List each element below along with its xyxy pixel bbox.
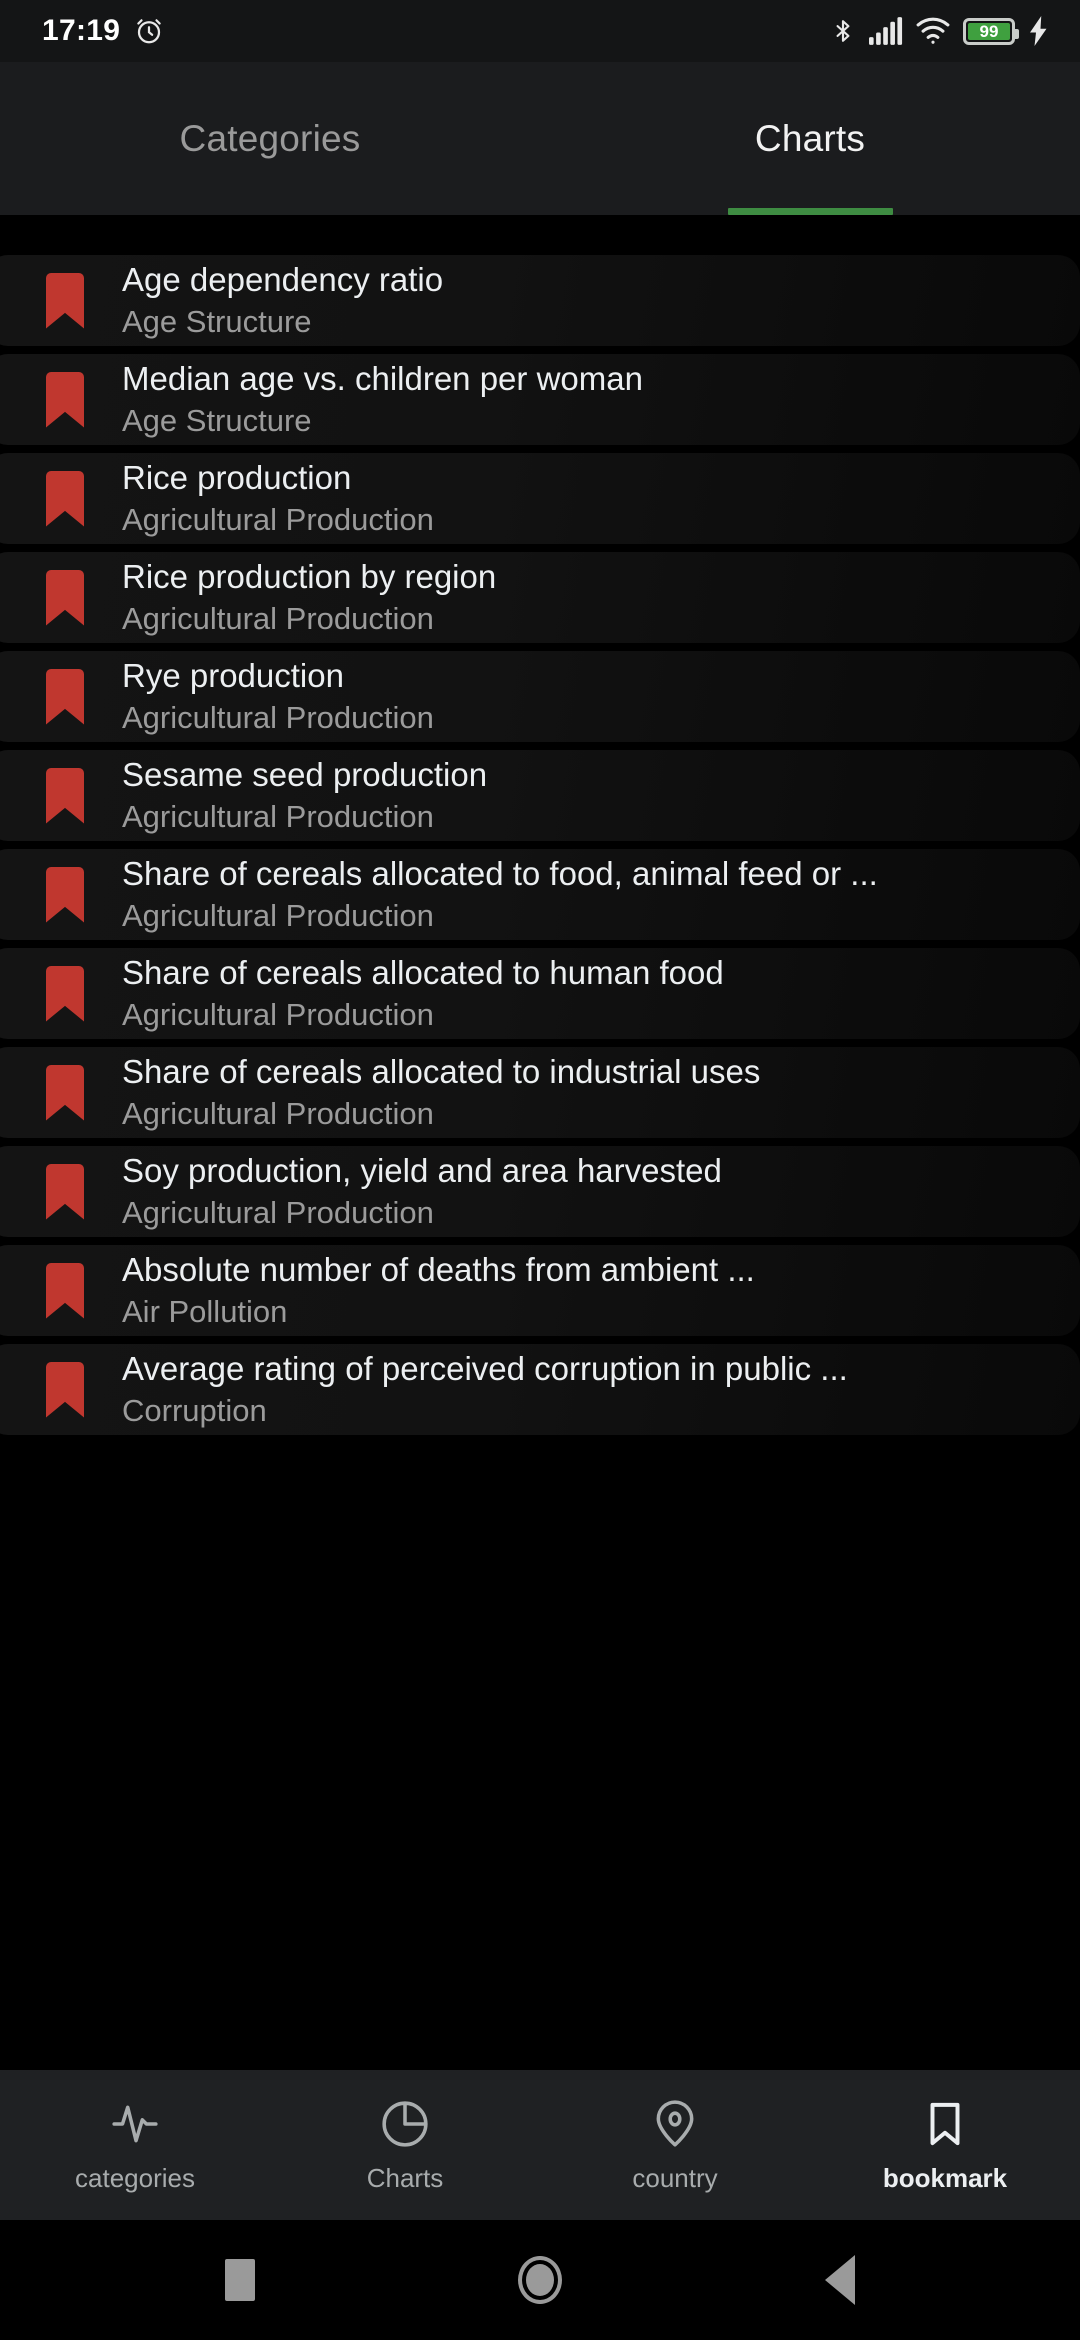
alarm-icon [134,16,164,46]
phone-screen: 17:19 99 Categories Charts Age dependenc… [0,0,1080,2340]
bookmark-icon[interactable] [46,1163,84,1220]
list-item-title: Share of cereals allocated to industrial… [122,1053,761,1091]
battery-level-label: 99 [979,21,999,41]
list-item[interactable]: Soy production, yield and area harvested… [0,1146,1080,1237]
list-item-text: Share of cereals allocated to food, anim… [122,854,1080,934]
list-item-category: Age Structure [122,402,312,438]
list-item-title: Rye production [122,657,344,695]
battery-icon: 99 [963,17,1019,45]
list-item[interactable]: Share of cereals allocated to food, anim… [0,849,1080,940]
bottom-nav-item-categories[interactable]: categories [0,2097,270,2194]
tab-active-indicator [727,208,893,215]
bookmark-icon [918,2097,972,2151]
list-item-category: Agricultural Production [122,1194,434,1230]
bottom-nav-label-charts: Charts [366,2162,444,2193]
list-item-text: Age dependency ratio Age Structure [122,260,1080,340]
list-item-title: Sesame seed production [122,756,488,794]
list-item-text: Average rating of perceived corruption i… [122,1349,1080,1429]
bottom-nav-item-bookmark[interactable]: bookmark [810,2097,1080,2194]
recents-button[interactable] [90,2259,390,2301]
cellular-signal-icon [869,17,903,45]
list-item-category: Agricultural Production [122,1095,434,1131]
bookmark-icon[interactable] [46,1262,84,1319]
list-item-title: Soy production, yield and area harvested [122,1152,722,1190]
bookmark-icon[interactable] [46,866,84,923]
list-item-text: Rye production Agricultural Production [122,656,1080,736]
top-tab-bar[interactable]: Categories Charts [0,62,1080,215]
list-item-category: Corruption [122,1392,267,1428]
list-item[interactable]: Median age vs. children per woman Age St… [0,354,1080,445]
home-button[interactable] [390,2256,690,2304]
bookmark-icon[interactable] [46,272,84,329]
square-recents-icon [225,2259,255,2301]
list-item-title: Absolute number of deaths from ambient .… [122,1251,755,1289]
list-item-category: Agricultural Production [122,897,434,933]
list-item-text: Share of cereals allocated to industrial… [122,1052,1080,1132]
list-item-title: Rice production by region [122,558,497,596]
back-button[interactable] [690,2255,990,2305]
bookmarked-charts-list[interactable]: Age dependency ratio Age Structure Media… [0,215,1080,2070]
list-item-category: Air Pollution [122,1293,288,1329]
list-item-title: Median age vs. children per woman [122,360,643,398]
tab-charts-label: Charts [754,117,866,159]
circle-home-icon [518,2256,562,2304]
bookmark-icon[interactable] [46,569,84,626]
tab-categories[interactable]: Categories [0,62,540,215]
clock-time: 17:19 [42,14,121,47]
list-item-title: Age dependency ratio [122,261,444,299]
android-system-nav[interactable] [0,2220,1080,2340]
list-item-category: Agricultural Production [122,501,434,537]
list-item-text: Absolute number of deaths from ambient .… [122,1250,1080,1330]
bookmark-icon[interactable] [46,767,84,824]
list-item[interactable]: Share of cereals allocated to industrial… [0,1047,1080,1138]
bookmark-icon[interactable] [46,470,84,527]
list-item[interactable]: Share of cereals allocated to human food… [0,948,1080,1039]
bottom-nav-label-categories: categories [75,2162,195,2193]
list-item[interactable]: Rice production Agricultural Production [0,453,1080,544]
list-item-category: Agricultural Production [122,996,434,1032]
list-item-title: Share of cereals allocated to human food [122,954,724,992]
status-bar-right: 99 [830,16,1050,46]
bottom-nav-item-country[interactable]: country [540,2097,810,2194]
tab-categories-label: Categories [179,117,361,159]
bottom-nav-label-country: country [632,2162,718,2193]
triangle-back-icon [825,2255,855,2305]
pie-chart-icon [378,2097,432,2151]
tab-charts[interactable]: Charts [540,62,1080,215]
bookmark-icon[interactable] [46,371,84,428]
list-item-title: Average rating of perceived corruption i… [122,1350,848,1388]
list-item[interactable]: Average rating of perceived corruption i… [0,1344,1080,1435]
list-item[interactable]: Age dependency ratio Age Structure [0,255,1080,346]
list-item[interactable]: Rye production Agricultural Production [0,651,1080,742]
bottom-navigation-bar[interactable]: categories Charts country bookmark [0,2070,1080,2220]
list-item-text: Rice production Agricultural Production [122,458,1080,538]
list-item-text: Sesame seed production Agricultural Prod… [122,755,1080,835]
bottom-nav-label-bookmark: bookmark [882,2162,1008,2193]
list-item-category: Agricultural Production [122,699,434,735]
status-bar: 17:19 99 [0,0,1080,62]
wifi-icon [916,17,950,45]
list-item-title: Share of cereals allocated to food, anim… [122,855,878,893]
list-item-text: Soy production, yield and area harvested… [122,1151,1080,1231]
list-item-category: Agricultural Production [122,600,434,636]
location-pin-icon [648,2097,702,2151]
list-item-title: Rice production [122,459,352,497]
list-item-text: Rice production by region Agricultural P… [122,557,1080,637]
list-item[interactable]: Sesame seed production Agricultural Prod… [0,750,1080,841]
list-item[interactable]: Rice production by region Agricultural P… [0,552,1080,643]
bookmark-icon[interactable] [46,1064,84,1121]
charging-bolt-icon [1028,16,1050,46]
list-item[interactable]: Absolute number of deaths from ambient .… [0,1245,1080,1336]
bookmark-icon[interactable] [46,668,84,725]
bluetooth-icon [830,16,856,46]
list-item-text: Share of cereals allocated to human food… [122,953,1080,1033]
activity-pulse-icon [108,2097,162,2151]
status-bar-left: 17:19 [42,14,164,48]
bottom-nav-item-charts[interactable]: Charts [270,2097,540,2194]
list-item-text: Median age vs. children per woman Age St… [122,359,1080,439]
list-item-category: Agricultural Production [122,798,434,834]
bookmark-icon[interactable] [46,965,84,1022]
bookmark-icon[interactable] [46,1361,84,1418]
list-item-category: Age Structure [122,303,312,339]
